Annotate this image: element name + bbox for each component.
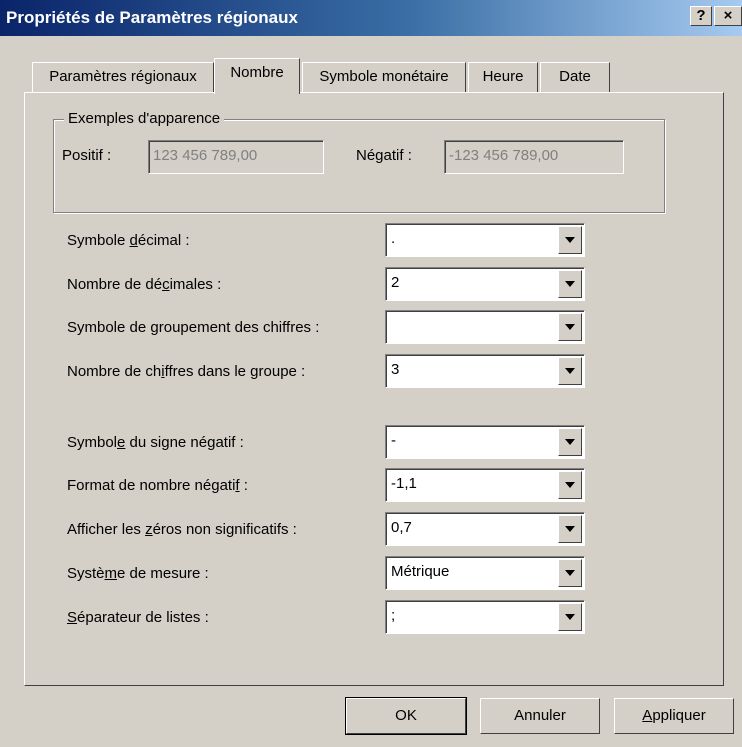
decimal-count-value: 2 bbox=[391, 274, 400, 291]
group-size-combobox[interactable]: 3 bbox=[385, 354, 585, 388]
decimal-symbol-combobox[interactable]: . bbox=[385, 223, 585, 257]
chevron-down-icon bbox=[565, 324, 575, 330]
decimal-count-label: Nombre de décimales : bbox=[67, 276, 222, 293]
dropdown-button[interactable] bbox=[558, 357, 582, 385]
negative-label: Négatif : bbox=[356, 147, 412, 164]
tab-date[interactable]: Date bbox=[540, 62, 610, 92]
chevron-down-icon bbox=[565, 368, 575, 374]
chevron-down-icon bbox=[565, 439, 575, 445]
dropdown-button[interactable] bbox=[558, 428, 582, 456]
close-button[interactable]: × bbox=[714, 6, 742, 26]
negative-format-combobox[interactable]: -1,1 bbox=[385, 468, 585, 502]
list-separator-value: ; bbox=[391, 607, 396, 624]
tab-heure[interactable]: Heure bbox=[468, 62, 538, 92]
chevron-down-icon bbox=[565, 570, 575, 576]
dropdown-button[interactable] bbox=[558, 603, 582, 631]
decimal-count-combobox[interactable]: 2 bbox=[385, 267, 585, 301]
leading-zeros-combobox[interactable]: 0,7 bbox=[385, 512, 585, 546]
measure-system-combobox[interactable]: Métrique bbox=[385, 556, 585, 590]
measure-system-label: Système de mesure : bbox=[67, 565, 209, 582]
tab-symbole-monetaire[interactable]: Symbole monétaire bbox=[302, 62, 466, 92]
chevron-down-icon bbox=[565, 526, 575, 532]
dropdown-button[interactable] bbox=[558, 559, 582, 587]
examples-group-label: Exemples d'apparence bbox=[64, 110, 225, 127]
grouping-symbol-combobox[interactable] bbox=[385, 310, 585, 344]
tab-nombre[interactable]: Nombre bbox=[214, 58, 300, 94]
ok-button[interactable]: OK bbox=[345, 697, 467, 735]
negative-format-label: Format de nombre négatif : bbox=[67, 477, 248, 494]
positive-label: Positif : bbox=[62, 147, 112, 164]
list-separator-label: Séparateur de listes : bbox=[67, 609, 209, 626]
decimal-symbol-value: . bbox=[391, 230, 396, 247]
leading-zeros-label: Afficher les zéros non significatifs : bbox=[67, 521, 297, 538]
dialog-window: Propriétés de Paramètres régionaux ? × P… bbox=[0, 0, 742, 747]
window-title: Propriétés de Paramètres régionaux bbox=[6, 8, 298, 27]
chevron-down-icon bbox=[565, 482, 575, 488]
list-separator-combobox[interactable]: ; bbox=[385, 600, 585, 634]
leading-zeros-value: 0,7 bbox=[391, 519, 412, 536]
negative-format-value: -1,1 bbox=[391, 475, 417, 492]
dropdown-button[interactable] bbox=[558, 313, 582, 341]
negative-sign-label: Symbole du signe négatif : bbox=[67, 434, 244, 451]
negative-example-field: -123 456 789,00 bbox=[444, 140, 624, 174]
dropdown-button[interactable] bbox=[558, 471, 582, 499]
measure-system-value: Métrique bbox=[391, 563, 450, 580]
negative-sign-value: - bbox=[391, 432, 396, 449]
title-bar[interactable]: Propriétés de Paramètres régionaux ? × bbox=[0, 0, 742, 36]
positive-example-field: 123 456 789,00 bbox=[148, 140, 324, 174]
dropdown-button[interactable] bbox=[558, 226, 582, 254]
dropdown-button[interactable] bbox=[558, 270, 582, 298]
dropdown-button[interactable] bbox=[558, 515, 582, 543]
grouping-symbol-label: Symbole de groupement des chiffres : bbox=[67, 319, 320, 336]
chevron-down-icon bbox=[565, 237, 575, 243]
help-button[interactable]: ? bbox=[690, 6, 712, 26]
group-size-value: 3 bbox=[391, 361, 400, 378]
chevron-down-icon bbox=[565, 281, 575, 287]
group-size-label: Nombre de chiffres dans le groupe : bbox=[67, 363, 306, 380]
apply-button[interactable]: Appliquer bbox=[614, 698, 734, 734]
negative-sign-combobox[interactable]: - bbox=[385, 425, 585, 459]
tab-panel-nombre: Exemples d'apparence Positif : 123 456 7… bbox=[24, 92, 724, 686]
examples-groupbox: Exemples d'apparence Positif : 123 456 7… bbox=[53, 110, 665, 213]
decimal-symbol-label: Symbole décimal : bbox=[67, 232, 190, 249]
cancel-button[interactable]: Annuler bbox=[480, 698, 600, 734]
tab-parametres-regionaux[interactable]: Paramètres régionaux bbox=[32, 62, 214, 92]
chevron-down-icon bbox=[565, 614, 575, 620]
